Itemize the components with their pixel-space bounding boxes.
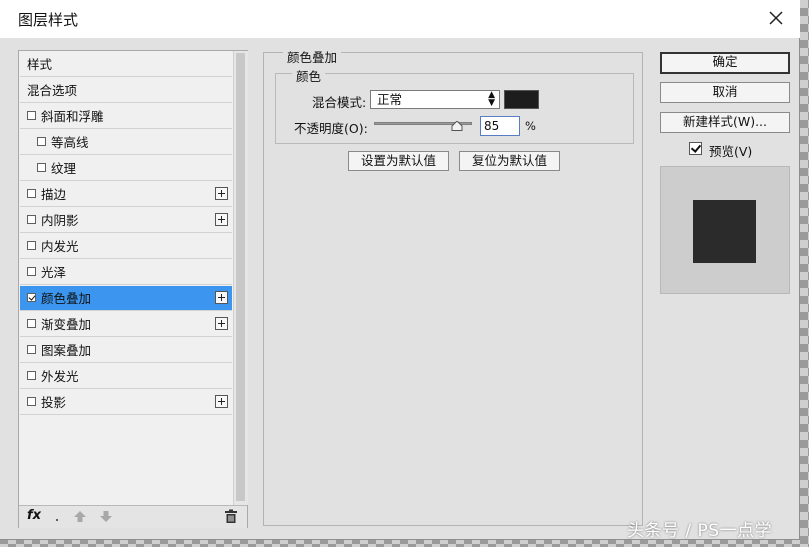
preview-thumbnail bbox=[693, 200, 756, 263]
style-list-item[interactable]: 投影 bbox=[20, 390, 232, 415]
style-item-label: 图案叠加 bbox=[41, 343, 92, 358]
style-checkbox[interactable] bbox=[37, 163, 46, 172]
style-checkbox[interactable] bbox=[27, 241, 36, 250]
set-as-default-button[interactable]: 设置为默认值 bbox=[348, 151, 449, 171]
style-checkbox[interactable] bbox=[27, 345, 36, 354]
style-list-item[interactable]: 渐变叠加 bbox=[20, 312, 232, 337]
opacity-label: 不透明度(O): bbox=[294, 121, 368, 136]
style-item-label: 等高线 bbox=[51, 135, 89, 150]
style-item-label: 混合选项 bbox=[27, 83, 78, 98]
style-item-label: 斜面和浮雕 bbox=[41, 109, 104, 124]
style-checkbox[interactable] bbox=[37, 137, 46, 146]
style-item-label: 描边 bbox=[41, 187, 67, 202]
style-list-item[interactable]: 混合选项 bbox=[20, 78, 232, 103]
style-list-item[interactable]: 光泽 bbox=[20, 260, 232, 285]
trash-icon[interactable] bbox=[224, 509, 238, 524]
preview-checkbox[interactable] bbox=[689, 142, 702, 155]
style-checkbox[interactable] bbox=[27, 293, 36, 302]
ok-button[interactable]: 确定 bbox=[660, 52, 790, 74]
style-checkbox[interactable] bbox=[27, 267, 36, 276]
move-down-icon[interactable] bbox=[99, 509, 113, 524]
style-list-item[interactable]: 等高线 bbox=[20, 130, 232, 155]
style-list-item[interactable]: 颜色叠加 bbox=[20, 286, 232, 311]
chevron-updown-icon: ▲ ▼ bbox=[488, 90, 495, 108]
style-item-label: 内阴影 bbox=[41, 213, 79, 228]
fx-button[interactable]: fx bbox=[27, 508, 41, 523]
style-list-item[interactable]: 外发光 bbox=[20, 364, 232, 389]
overlay-color-swatch[interactable] bbox=[504, 90, 539, 109]
opacity-input[interactable]: 85 bbox=[480, 116, 520, 136]
style-item-label: 颜色叠加 bbox=[41, 291, 92, 306]
style-checkbox[interactable] bbox=[27, 319, 36, 328]
add-instance-icon[interactable] bbox=[215, 317, 228, 330]
style-list-item[interactable]: 图案叠加 bbox=[20, 338, 232, 363]
cancel-button[interactable]: 取消 bbox=[660, 82, 790, 103]
fx-menu-caret-icon bbox=[56, 519, 58, 521]
blend-mode-value: 正常 bbox=[377, 92, 403, 107]
add-instance-icon[interactable] bbox=[215, 187, 228, 200]
slider-thumb-icon[interactable] bbox=[451, 121, 463, 131]
title-bar: 图层样式 bbox=[0, 0, 800, 38]
watermark: 头条号 / PS一点学 bbox=[627, 521, 773, 541]
style-item-label: 样式 bbox=[27, 57, 53, 72]
dialog-title: 图层样式 bbox=[18, 11, 79, 29]
opacity-input-value: 85 bbox=[484, 119, 500, 133]
style-list-item[interactable]: 内阴影 bbox=[20, 208, 232, 233]
list-footer: fx bbox=[19, 505, 247, 528]
scrollbar-thumb[interactable] bbox=[236, 53, 245, 501]
style-list-item[interactable]: 内发光 bbox=[20, 234, 232, 259]
style-item-label: 光泽 bbox=[41, 265, 67, 280]
layer-style-dialog: 图层样式 样式 混合选项 斜面和浮雕 等高线 纹理 描边 内阴影 内发光 光泽 颜色叠加 渐变叠加图… bbox=[0, 0, 800, 540]
close-icon[interactable] bbox=[764, 6, 788, 30]
style-checkbox[interactable] bbox=[27, 111, 36, 120]
new-style-button[interactable]: 新建样式(W)... bbox=[660, 112, 790, 133]
style-checkbox[interactable] bbox=[27, 371, 36, 380]
add-instance-icon[interactable] bbox=[215, 291, 228, 304]
section-title: 颜色叠加 bbox=[283, 47, 342, 66]
add-instance-icon[interactable] bbox=[215, 395, 228, 408]
style-item-label: 内发光 bbox=[41, 239, 79, 254]
style-list-item[interactable]: 样式 bbox=[20, 52, 232, 77]
blend-mode-label: 混合模式: bbox=[312, 95, 367, 110]
style-list-item[interactable]: 描边 bbox=[20, 182, 232, 207]
style-list-item[interactable]: 斜面和浮雕 bbox=[20, 104, 232, 129]
preview-label: 预览(V) bbox=[709, 144, 753, 159]
style-list: 样式混合选项斜面和浮雕等高线纹理描边内阴影内发光光泽颜色叠加渐变叠加图案叠加外发… bbox=[18, 50, 248, 528]
style-item-label: 投影 bbox=[41, 395, 67, 410]
style-list-item[interactable]: 纹理 bbox=[20, 156, 232, 181]
percent-unit: % bbox=[525, 119, 536, 133]
style-item-label: 外发光 bbox=[41, 369, 79, 384]
style-checkbox[interactable] bbox=[27, 189, 36, 198]
style-item-label: 渐变叠加 bbox=[41, 317, 92, 332]
color-group-title: 颜色 bbox=[292, 66, 326, 85]
move-up-icon[interactable] bbox=[73, 509, 87, 524]
blend-mode-select[interactable]: 正常 ▲ ▼ bbox=[370, 90, 500, 109]
add-instance-icon[interactable] bbox=[215, 213, 228, 226]
reset-to-default-button[interactable]: 复位为默认值 bbox=[459, 151, 560, 171]
style-checkbox[interactable] bbox=[27, 215, 36, 224]
style-item-label: 纹理 bbox=[51, 161, 77, 176]
list-scrollbar[interactable] bbox=[233, 51, 248, 505]
style-checkbox[interactable] bbox=[27, 397, 36, 406]
